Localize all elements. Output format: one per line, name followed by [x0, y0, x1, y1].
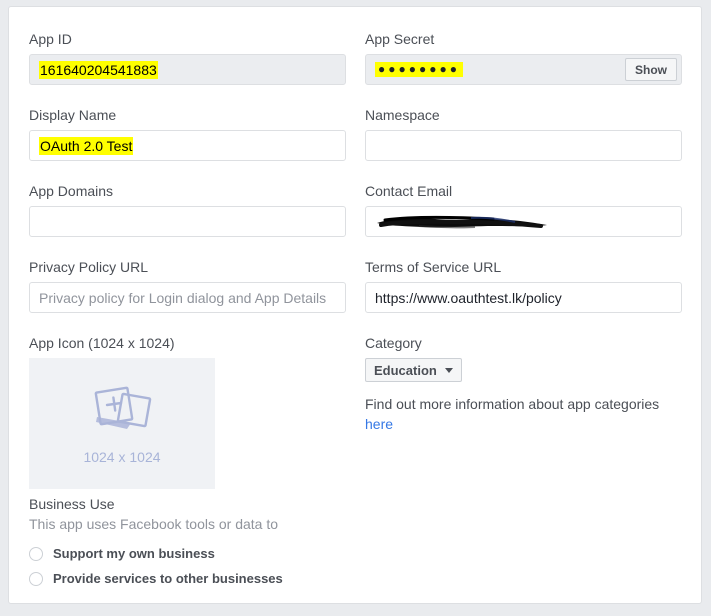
app-domains-label: App Domains [29, 183, 114, 199]
contact-email-label: Contact Email [365, 183, 453, 199]
privacy-policy-url-label: Privacy Policy URL [29, 259, 149, 275]
app-icon-upload-area[interactable]: 1024 x 1024 [29, 358, 215, 489]
business-use-option-label: Provide services to other businesses [53, 571, 283, 586]
category-help-text: Find out more information about app cate… [365, 394, 675, 434]
business-use-section: Business Use This app uses Facebook tool… [29, 495, 429, 591]
field-display-name: Display Name OAuth 2.0 Test [29, 107, 346, 161]
field-app-domains: App Domains [29, 183, 346, 237]
namespace-label: Namespace [365, 107, 440, 123]
field-app-icon: App Icon (1024 x 1024) 1024 x 1024 [29, 335, 346, 489]
terms-of-service-url-value: https://www.oauthtest.lk/policy [375, 289, 562, 306]
category-dropdown[interactable]: Education [365, 358, 462, 382]
add-photos-icon [90, 383, 154, 440]
field-app-secret: App Secret ●●●●●●●● Show [365, 31, 682, 85]
business-use-title: Business Use [29, 496, 115, 512]
app-icon-size-label: 1024 x 1024 [83, 448, 161, 465]
field-terms-of-service-url: Terms of Service URL https://www.oauthte… [365, 259, 682, 313]
namespace-input[interactable] [365, 130, 682, 161]
app-id-label: App ID [29, 31, 72, 47]
category-selected-value: Education [374, 362, 437, 378]
field-category: Category Education Find out more informa… [365, 335, 682, 434]
app-id-value: 161640204541883 [39, 60, 158, 79]
app-secret-value: ●●●●●●●● [375, 62, 463, 77]
business-use-subtitle: This app uses Facebook tools or data to [29, 516, 279, 532]
radio-icon[interactable] [29, 571, 43, 586]
show-app-secret-button[interactable]: Show [625, 58, 677, 81]
field-app-id: App ID 161640204541883 [29, 31, 346, 85]
business-use-option-label: Support my own business [53, 546, 215, 561]
app-secret-input[interactable]: ●●●●●●●● Show [365, 54, 682, 85]
category-help-label: Find out more information about app cate… [365, 396, 660, 412]
chevron-down-icon [444, 367, 453, 373]
business-use-option-other-businesses[interactable]: Provide services to other businesses [29, 566, 429, 591]
display-name-label: Display Name [29, 107, 117, 123]
contact-email-input[interactable] [365, 206, 682, 237]
business-use-option-own-business[interactable]: Support my own business [29, 541, 429, 566]
app-settings-card: App ID 161640204541883 App Secret ●●●●●●… [8, 6, 702, 604]
app-domains-input[interactable] [29, 206, 346, 237]
category-label: Category [365, 335, 422, 351]
field-namespace: Namespace [365, 107, 682, 161]
display-name-value: OAuth 2.0 Test [39, 136, 134, 155]
category-help-link[interactable]: here [365, 416, 393, 432]
radio-icon[interactable] [29, 546, 43, 561]
field-privacy-policy-url: Privacy Policy URL Privacy policy for Lo… [29, 259, 346, 313]
app-id-input[interactable]: 161640204541883 [29, 54, 346, 85]
app-secret-label: App Secret [365, 31, 435, 47]
terms-of-service-url-input[interactable]: https://www.oauthtest.lk/policy [365, 282, 682, 313]
field-contact-email: Contact Email [365, 183, 682, 237]
app-icon-label: App Icon (1024 x 1024) [29, 335, 175, 351]
privacy-policy-url-input[interactable]: Privacy policy for Login dialog and App … [29, 282, 346, 313]
terms-of-service-url-label: Terms of Service URL [365, 259, 502, 275]
display-name-input[interactable]: OAuth 2.0 Test [29, 130, 346, 161]
privacy-policy-url-placeholder: Privacy policy for Login dialog and App … [39, 289, 327, 306]
contact-email-redaction-mark [375, 214, 557, 229]
